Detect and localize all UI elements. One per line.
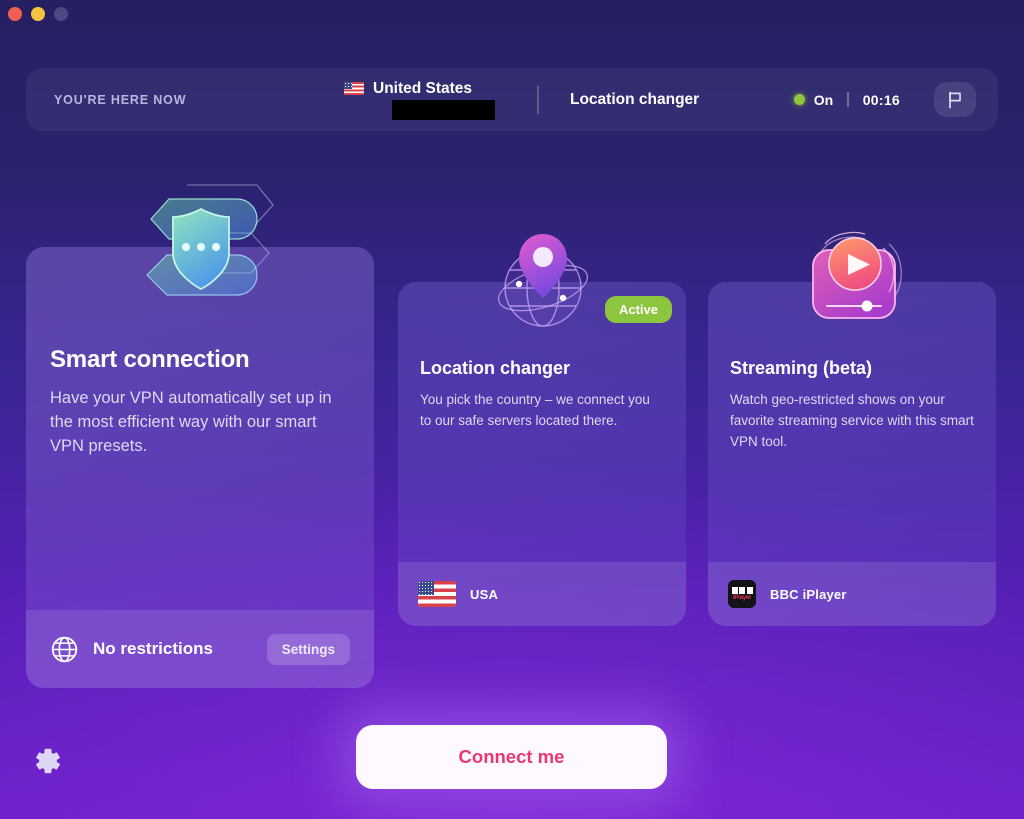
status-indicator-dot bbox=[793, 94, 805, 105]
bbc-iplayer-logo: iPlayer bbox=[728, 580, 756, 608]
card-title: Smart connection bbox=[50, 346, 250, 373]
here-now-label: YOU'RE HERE NOW bbox=[54, 92, 187, 107]
card-footer: USA bbox=[398, 562, 686, 626]
header-divider bbox=[537, 86, 539, 114]
flag-button[interactable] bbox=[934, 82, 976, 117]
card-footer-label: USA bbox=[470, 586, 499, 602]
settings-button[interactable]: Settings bbox=[266, 633, 350, 665]
card-location-changer[interactable]: Active Location changer You pick the cou… bbox=[398, 282, 686, 626]
minimize-window-button[interactable] bbox=[31, 7, 45, 21]
status-badge: Active bbox=[604, 296, 672, 323]
flag-icon bbox=[949, 91, 961, 108]
connection-status: On 00:16 bbox=[793, 91, 900, 108]
card-description: You pick the country – we connect you to… bbox=[420, 392, 650, 428]
card-footer-label: No restrictions bbox=[93, 639, 213, 658]
card-footer: No restrictions Settings bbox=[26, 610, 374, 688]
active-mode-label: Location changer bbox=[570, 90, 700, 108]
card-title: Location changer bbox=[420, 358, 571, 378]
globe-icon bbox=[51, 636, 78, 662]
status-text: On bbox=[813, 91, 834, 108]
us-flag-icon bbox=[344, 82, 364, 95]
card-description: Watch geo-restricted shows on your favor… bbox=[730, 392, 974, 449]
card-streaming-beta[interactable]: Streaming (beta) Watch geo-restricted sh… bbox=[708, 282, 996, 626]
session-timer: 00:16 bbox=[862, 91, 900, 108]
connect-button[interactable]: Connect me bbox=[356, 725, 667, 789]
card-title: Streaming (beta) bbox=[730, 358, 873, 378]
close-window-button[interactable] bbox=[8, 7, 22, 21]
card-smart-connection[interactable]: Smart connection Have your VPN automatic… bbox=[26, 247, 374, 688]
ip-address-redacted bbox=[392, 99, 495, 120]
gear-icon[interactable] bbox=[30, 744, 64, 778]
us-flag-icon bbox=[418, 581, 456, 607]
status-header-bar: YOU'RE HERE NOW United States Location c… bbox=[26, 68, 998, 131]
status-divider bbox=[847, 92, 849, 107]
card-description: Have your VPN automatically set up in th… bbox=[50, 389, 332, 455]
card-footer-label: BBC iPlayer bbox=[770, 586, 847, 602]
window-traffic-lights bbox=[8, 7, 68, 21]
country-name: United States bbox=[373, 79, 473, 97]
card-footer: iPlayer BBC iPlayer bbox=[708, 562, 996, 626]
zoom-window-button[interactable] bbox=[54, 7, 68, 21]
current-location[interactable]: United States bbox=[344, 68, 495, 131]
